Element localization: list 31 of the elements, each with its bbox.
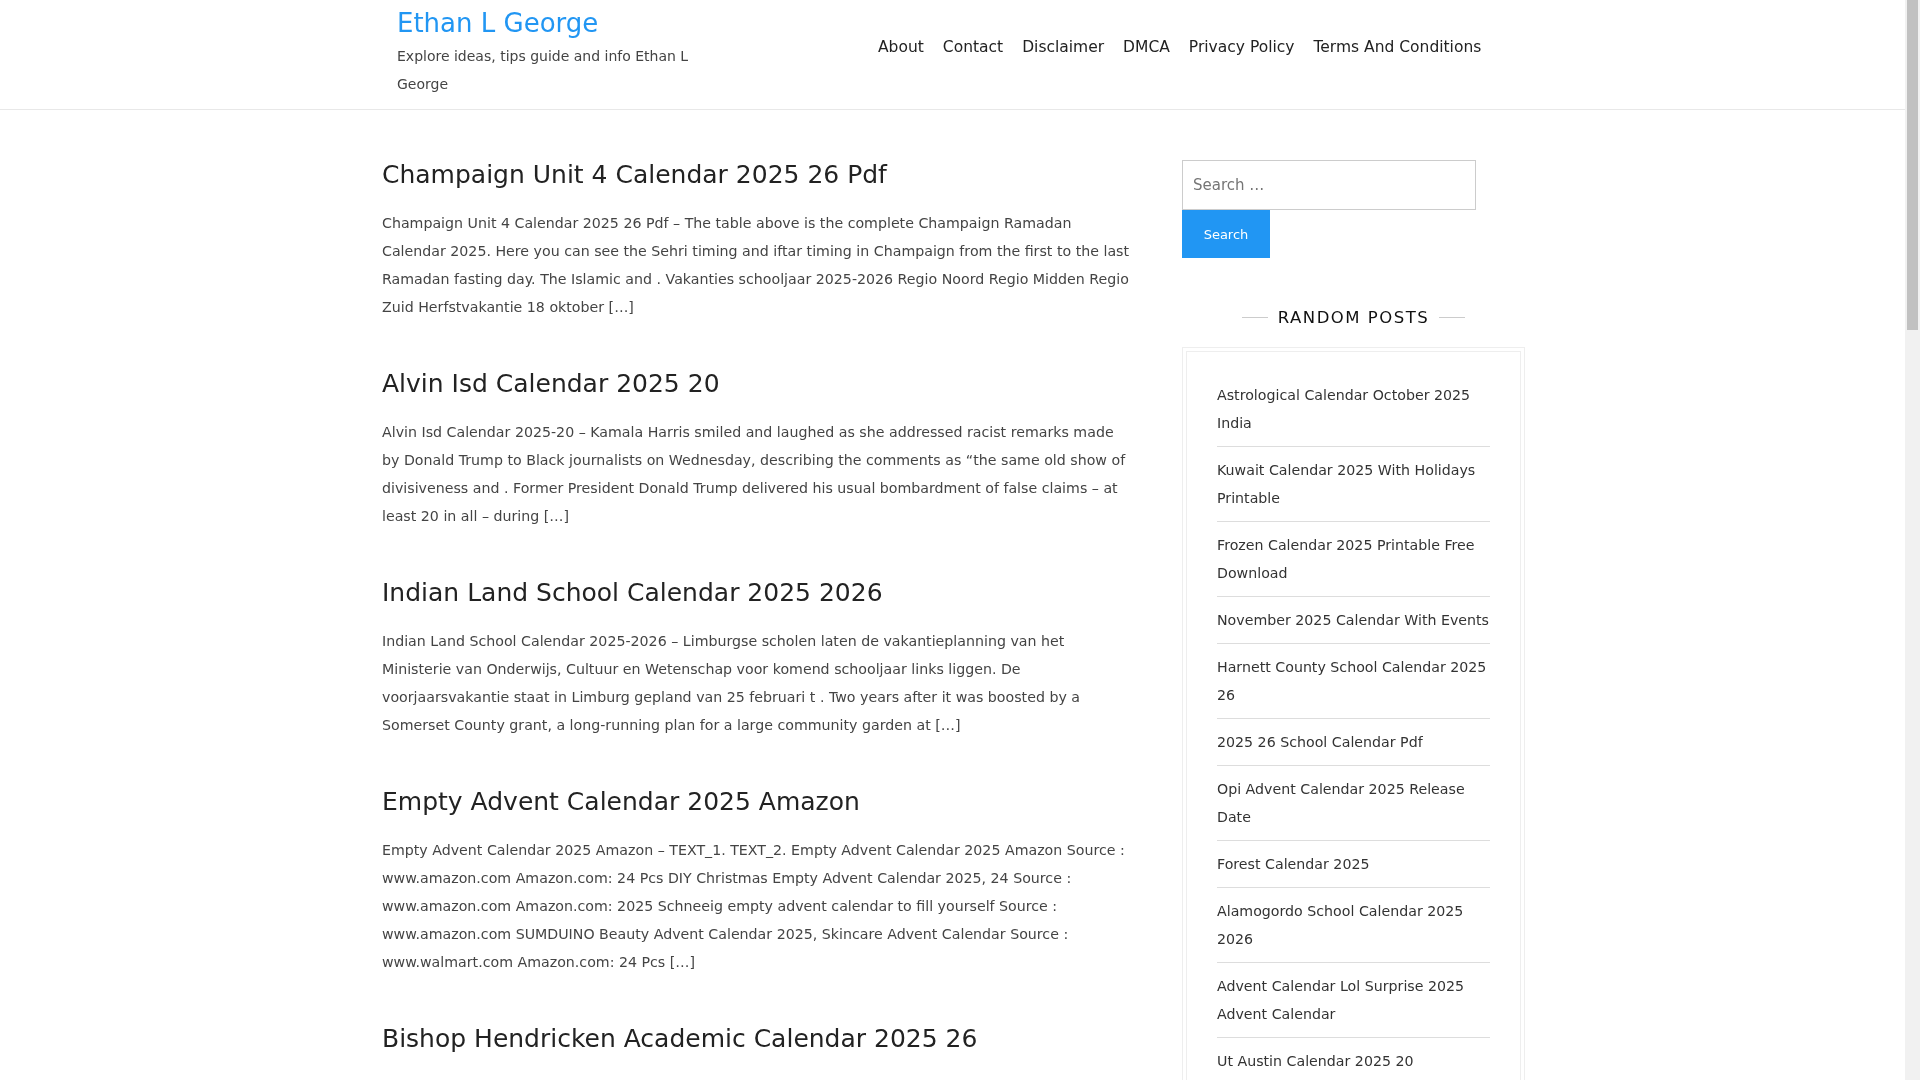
scrollbar-thumb[interactable] <box>1907 0 1918 330</box>
post-title[interactable]: Champaign Unit 4 Calendar 2025 26 Pdf <box>382 160 1132 189</box>
nav-link[interactable]: Contact <box>942 38 1004 56</box>
random-post-link[interactable]: Ut Austin Calendar 2025 20 <box>1217 1038 1490 1080</box>
site-tagline: Explore ideas, tips guide and info Ethan L George <box>397 47 690 94</box>
random-post-link[interactable]: Harnett County School Calendar 2025 26 <box>1217 644 1490 719</box>
post-title[interactable]: Bishop Hendricken Academic Calendar 2025 26 <box>382 1024 1132 1053</box>
random-post-link[interactable]: Astrological Calendar October 2025 India <box>1217 372 1490 447</box>
random-post-link[interactable]: November 2025 Calendar With Events <box>1217 597 1490 644</box>
post-excerpt: Empty Advent Calendar 2025 Amazon – TEXT_1. TEXT_2. Empty Advent Calendar 2025 Amazon Source : www.amazon.com Amazon.com: 24 Pcs DIY Christmas Empty Advent Calendar 2025, 24 Source : www.amazon.com Amazon.com: 2025 Schneeig empty advent calendar to fill yourself Source : www.amazon.com SUMDUINO Beauty Advent Calendar 2025, Skincare Advent Calendar Source : www.walmart.com Amazon.com: 24 Pcs […] <box>382 841 1126 972</box>
nav-link[interactable]: About <box>878 38 924 56</box>
scrollbar[interactable] <box>1905 0 1920 1080</box>
random-post-link[interactable]: 2025 26 School Calendar Pdf <box>1217 719 1490 766</box>
post-title[interactable]: Empty Advent Calendar 2025 Amazon <box>382 787 1132 816</box>
random-post-link[interactable]: Alamogordo School Calendar 2025 2026 <box>1217 888 1490 963</box>
random-post-link[interactable]: Kuwait Calendar 2025 With Holidays Printable <box>1217 447 1490 522</box>
nav-link[interactable]: Disclaimer <box>1022 38 1105 56</box>
search-field[interactable]: Search … <box>1182 160 1476 210</box>
post-excerpt: Champaign Unit 4 Calendar 2025 26 Pdf – The table above is the complete Champaign Ramadan Calendar 2025. Here you can see the Sehri timing and iftar timing in Champaign from the first to the last Ramadan fasting day. The Islamic and . Vakanties schooljaar 2025-2026 Regio Noord Regio Midden Regio Zuid Herfstvakantie 18 oktober […] <box>382 214 1131 317</box>
nav-link[interactable]: Terms And Conditions <box>1313 38 1482 56</box>
post-excerpt: Indian Land School Calendar 2025-2026 – Limburgse scholen laten de vakantieplanning van het Ministerie van Onderwijs, Cultuur en Wetenschap voor komend schooljaar links liggen. De voorjaarsvakantie staat in Limburg gepland van 25 februari t . Two years after it was boosted by a Somerset County grant, a long-running plan for a large community garden at […] <box>382 632 1082 735</box>
random-post-link[interactable]: Opi Advent Calendar 2025 Release Date <box>1217 766 1490 841</box>
post-title[interactable]: Alvin Isd Calendar 2025 20 <box>382 369 1132 398</box>
nav-link[interactable]: DMCA <box>1123 38 1170 56</box>
random-post-link[interactable]: Advent Calendar Lol Surprise 2025 Advent Calendar <box>1217 963 1490 1038</box>
post-excerpt: Alvin Isd Calendar 2025-20 – Kamala Harris smiled and laughed as she addressed racist remarks made by Donald Trump to Black journalists on Wednesday, describing the comments as “the same old show of divisiveness and . Former President Donald Trump delivered his usual bombardment of false claims – at least 20 in all – during […] <box>382 423 1127 526</box>
random-post-link[interactable]: Forest Calendar 2025 <box>1217 841 1490 888</box>
nav-link[interactable]: Privacy Policy <box>1188 38 1295 56</box>
random-post-link[interactable]: Frozen Calendar 2025 Printable Free Download <box>1217 522 1490 597</box>
widget-heading: RANDOM POSTS <box>1277 308 1430 327</box>
post-title[interactable]: Indian Land School Calendar 2025 2026 <box>382 578 1132 607</box>
